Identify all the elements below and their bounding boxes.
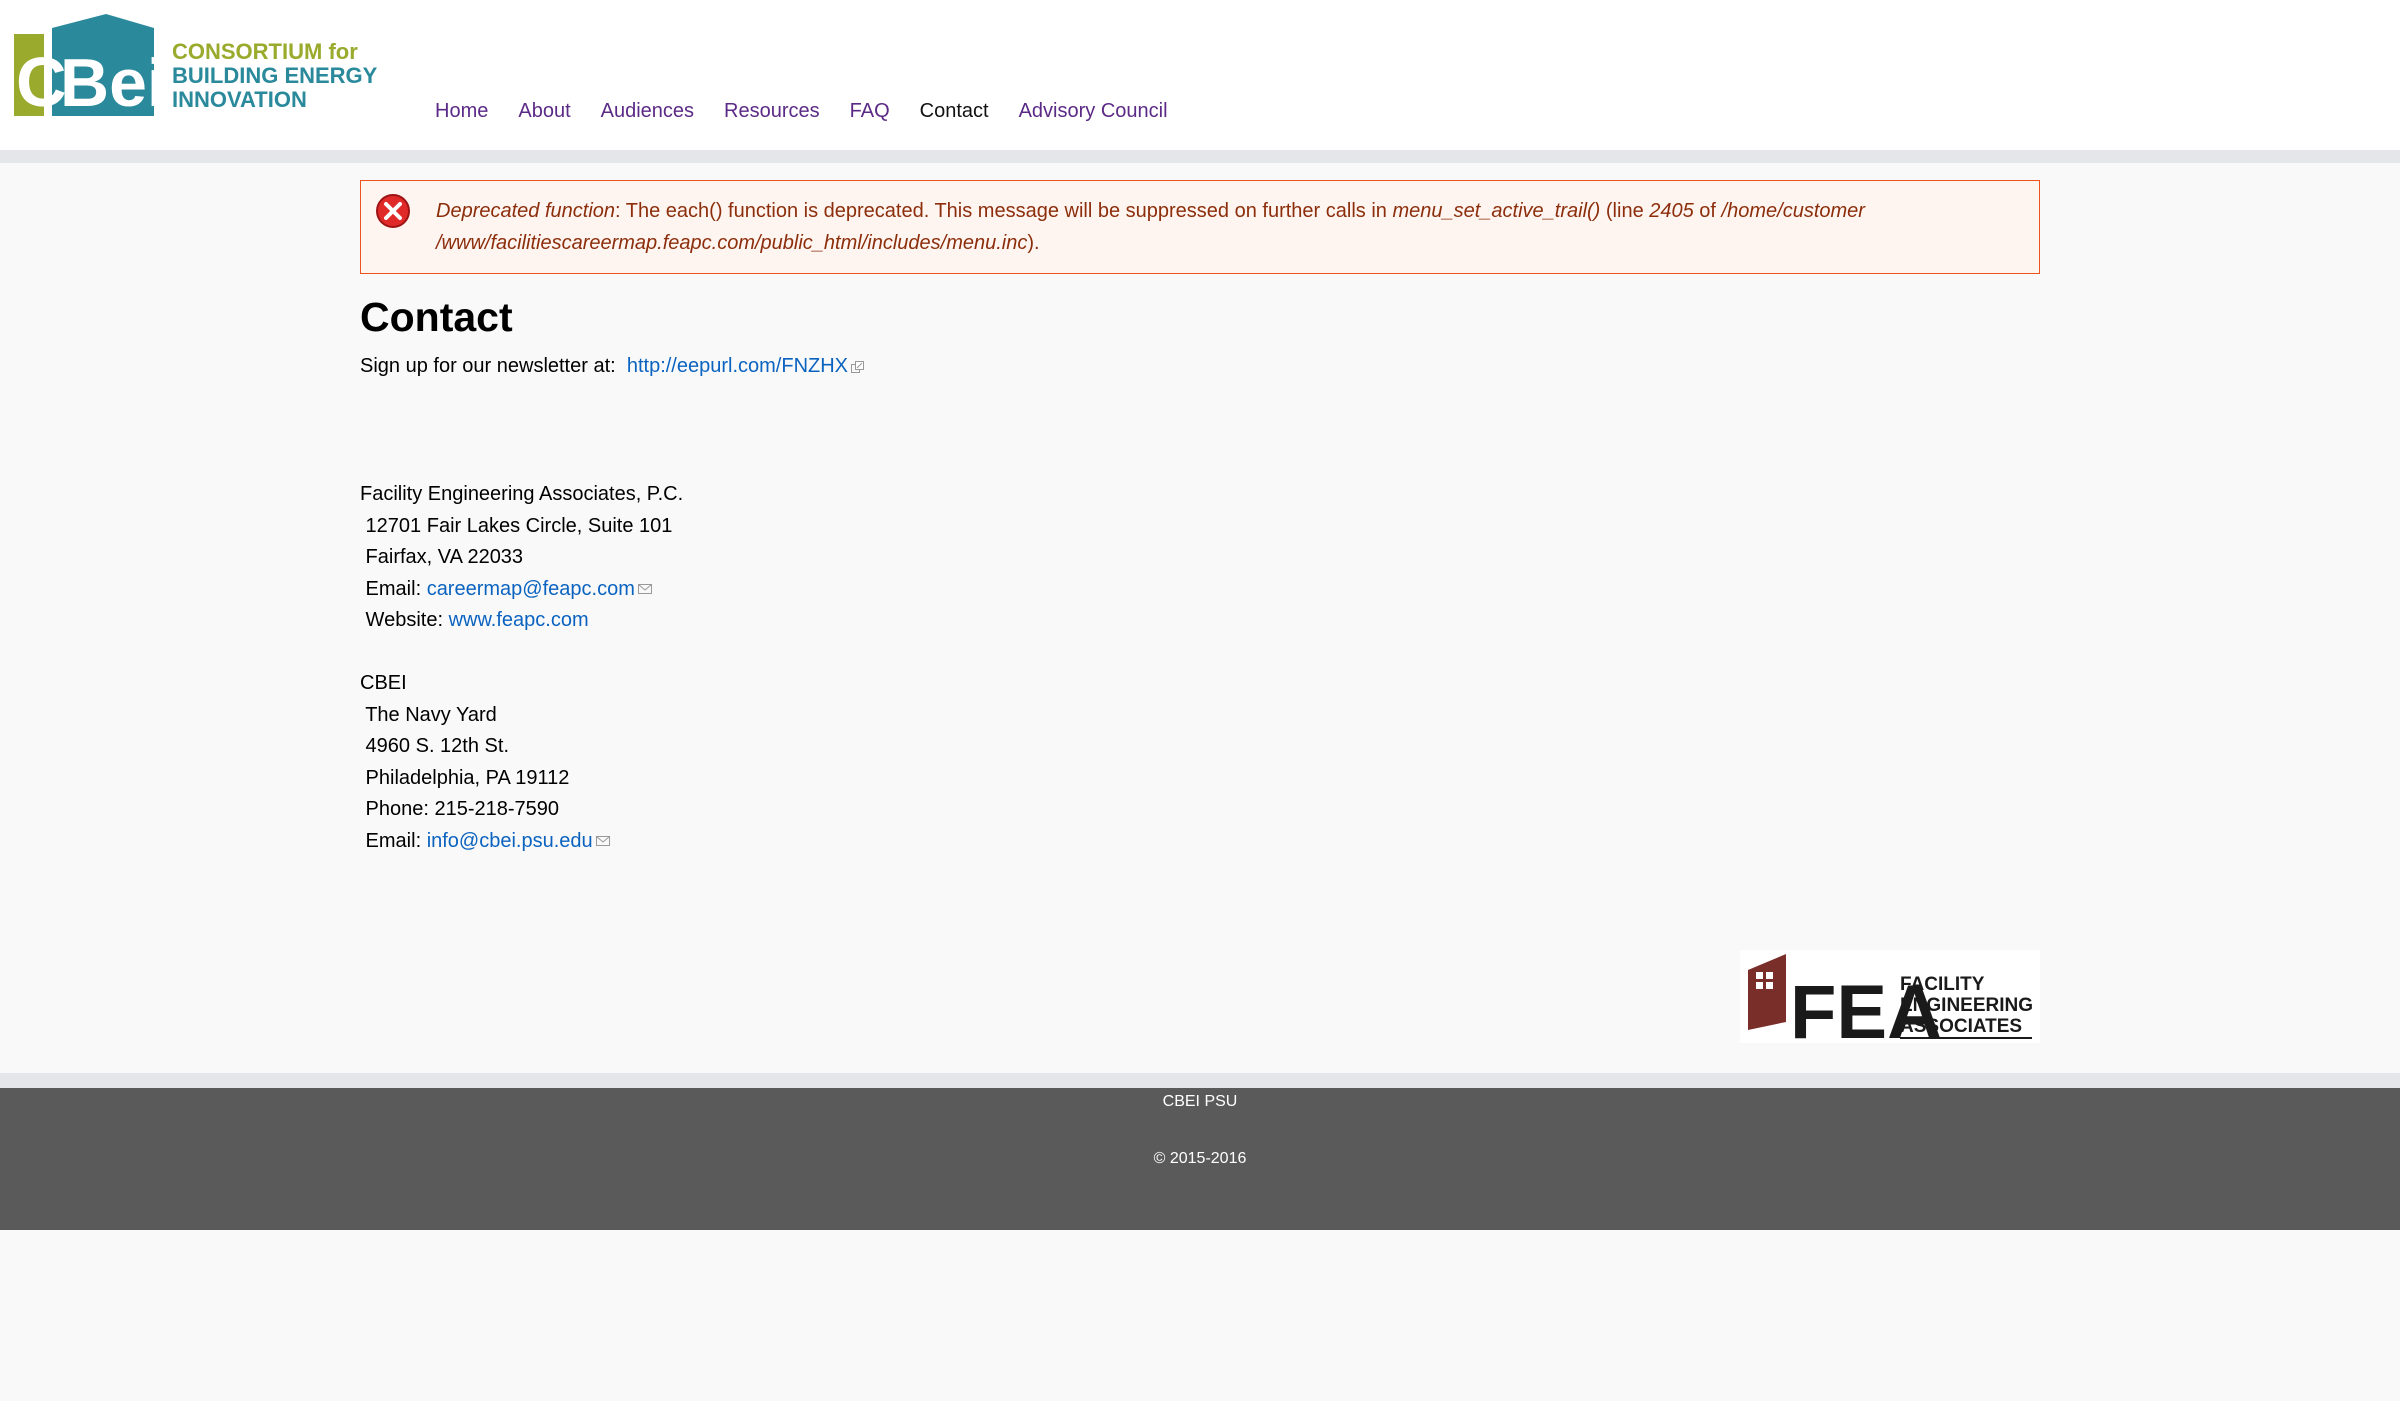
fea-street: 12701 Fair Lakes Circle, Suite 101: [360, 514, 673, 537]
error-text-3: of: [1693, 200, 1722, 222]
cbei-logo-mark: C Bei: [14, 14, 164, 116]
nav-advisory-council[interactable]: Advisory Council: [1019, 100, 1168, 123]
logo-text: CONSORTIUM for BUILDING ENERGY INNOVATIO…: [172, 40, 377, 112]
error-line: 2405: [1649, 200, 1694, 222]
error-message-text: Deprecated function: The each() function…: [436, 195, 2026, 259]
fea-logo-line-2: ENGINEERING: [1900, 995, 2033, 1016]
header-divider: [0, 150, 2400, 163]
fea-email-line: Email: careermap@feapc.com: [360, 574, 683, 606]
fea-logo-graphic: FEA FACILITY ENGINEERING ASSOCIATES: [1748, 954, 2033, 1055]
mail-icon: [595, 836, 610, 847]
nav-resources[interactable]: Resources: [724, 100, 820, 123]
error-text-4: ).: [1027, 232, 1040, 254]
error-path-1: /home/customer: [1721, 200, 1865, 222]
error-function: menu_set_active_trail(): [1392, 200, 1601, 222]
nav-faq[interactable]: FAQ: [850, 100, 890, 123]
fea-logo-line-1: FACILITY: [1900, 974, 1985, 995]
fea-website-link[interactable]: www.feapc.com: [449, 609, 589, 631]
nav-contact[interactable]: Contact: [920, 100, 989, 123]
fea-name: Facility Engineering Associates, P.C.: [360, 483, 684, 505]
svg-text:C: C: [16, 43, 67, 116]
svg-text:Bei: Bei: [60, 45, 164, 116]
footer-org: CBEI PSU: [1162, 1093, 1238, 1110]
error-path-2: /www/facilitiescareermap.feapc.com/publi…: [436, 232, 1028, 254]
cbei-line-1: The Navy Yard: [360, 703, 497, 726]
error-type: Deprecated function: [436, 200, 616, 222]
cbei-line-3: Philadelphia, PA 19112: [360, 766, 570, 789]
main-nav: Home About Audiences Resources FAQ Conta…: [435, 100, 1198, 123]
fea-email-link[interactable]: careermap@feapc.com: [427, 578, 635, 600]
mail-icon: [637, 584, 652, 595]
cbei-name: CBEI: [360, 672, 407, 694]
site-footer: CBEI PSU © 2015-2016: [0, 1088, 2400, 1230]
newsletter-label: Sign up for our newsletter at:: [360, 355, 616, 377]
cbei-email-link[interactable]: info@cbei.psu.edu: [427, 830, 593, 852]
newsletter-line: Sign up for our newsletter at: http://ee…: [360, 355, 865, 378]
error-text-1: : The each() function is deprecated. Thi…: [615, 200, 1393, 222]
error-text-2: (line: [1600, 200, 1650, 222]
page-title: Contact: [360, 294, 513, 340]
fea-city: Fairfax, VA 22033: [360, 546, 524, 568]
cbei-phone: Phone: 215-218-7590: [360, 798, 560, 820]
error-message: Deprecated function: The each() function…: [360, 180, 2040, 274]
site-header: C Bei CONSORTIUM for BUILDING ENERGY INN…: [0, 0, 2400, 150]
fea-logo-line-3: ASSOCIATES: [1900, 1016, 2022, 1037]
newsletter-link[interactable]: http://eepurl.com/FNZHX: [627, 355, 848, 377]
cbei-logo[interactable]: C Bei CONSORTIUM for BUILDING ENERGY INN…: [14, 14, 394, 116]
fea-email-label: Email:: [360, 577, 427, 600]
logo-line-3: INNOVATION: [172, 87, 307, 112]
nav-home[interactable]: Home: [435, 100, 488, 123]
logo-line-2: BUILDING ENERGY: [172, 63, 378, 88]
nav-audiences[interactable]: Audiences: [601, 100, 694, 123]
external-link-icon: [851, 360, 865, 373]
nav-about[interactable]: About: [518, 100, 570, 123]
fea-website-line: Website: www.feapc.com: [360, 605, 683, 637]
cbei-email-line: Email: info@cbei.psu.edu: [360, 826, 610, 858]
footer-copyright: © 2015-2016: [1153, 1150, 1247, 1167]
cbei-email-label: Email:: [360, 829, 427, 852]
fea-address: Facility Engineering Associates, P.C. 12…: [360, 479, 683, 637]
cbei-address: CBEI The Navy Yard 4960 S. 12th St. Phil…: [360, 668, 610, 857]
fea-website-label: Website:: [360, 609, 449, 631]
fea-logo[interactable]: FEA FACILITY ENGINEERING ASSOCIATES: [1740, 950, 2040, 1055]
footer-divider: [0, 1073, 2400, 1088]
error-icon: [376, 194, 410, 228]
logo-line-1: CONSORTIUM for: [172, 39, 358, 64]
cbei-line-2: 4960 S. 12th St.: [360, 735, 509, 757]
